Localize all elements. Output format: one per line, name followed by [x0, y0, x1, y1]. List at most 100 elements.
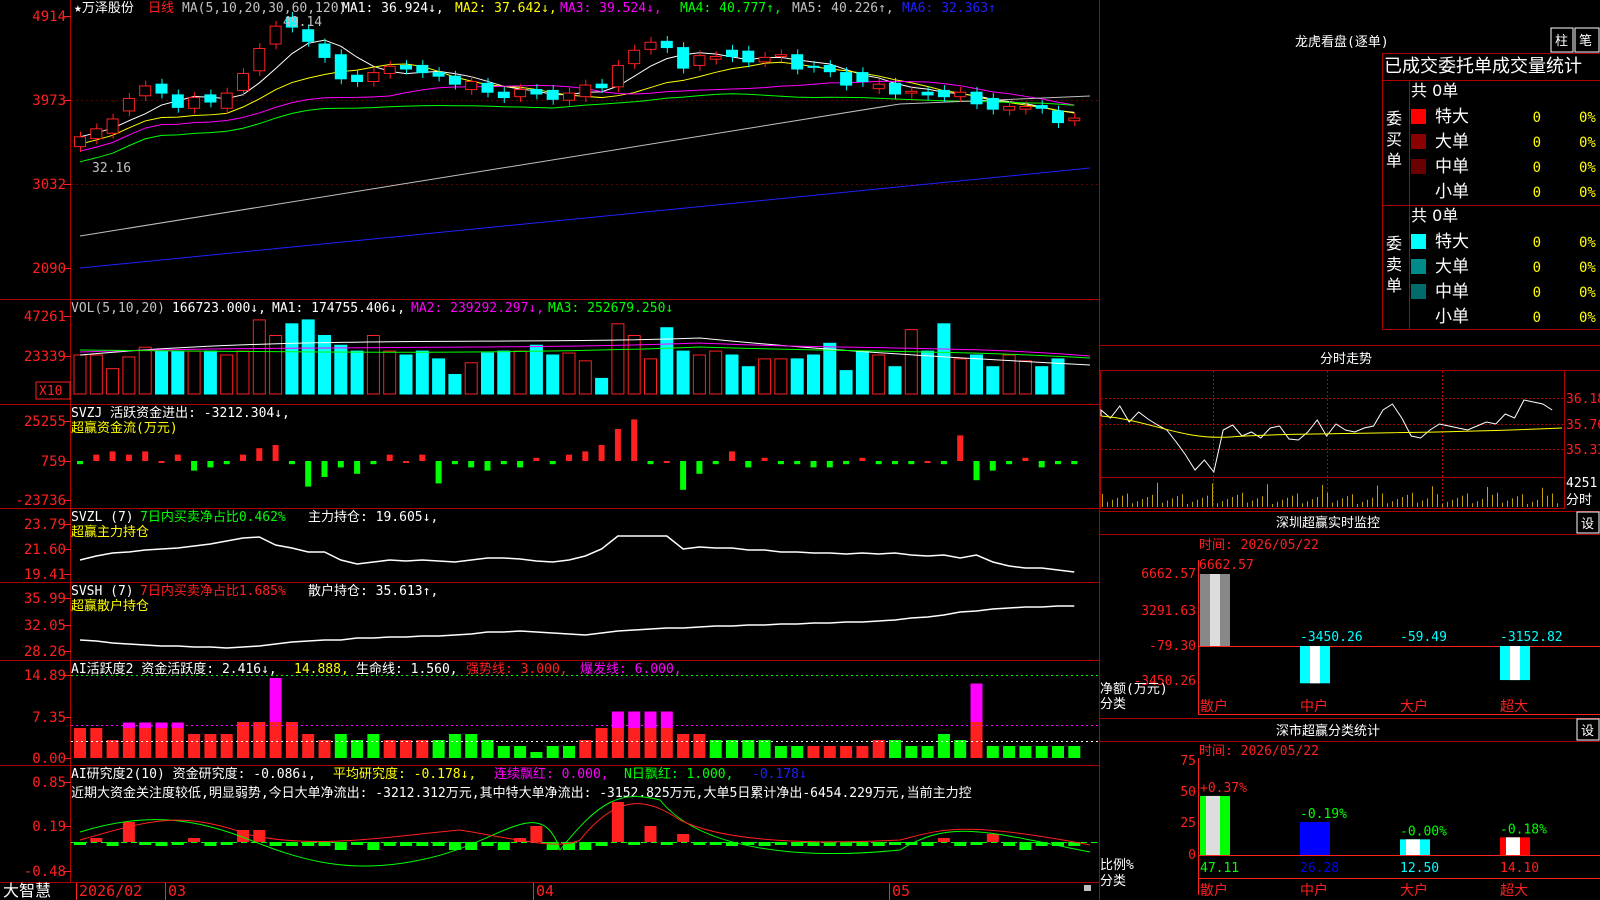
- candle-body: [889, 82, 901, 95]
- y-tick-label: 3032: [32, 177, 66, 193]
- chart-canvas[interactable]: ★万泽股份 日线 MA(5,10,20,30,60,120) MA1: 36.9…: [0, 0, 1600, 900]
- intraday-y-tick: 36.18: [1566, 392, 1600, 407]
- ai1-bar: [465, 734, 478, 758]
- svsh-path: [79, 605, 1075, 649]
- sz-class-bar-highlight: [1406, 839, 1420, 855]
- ai2-bar: [644, 826, 657, 842]
- volume-bar: [415, 350, 429, 395]
- sz-monitor-category: 大户: [1400, 698, 1428, 715]
- volume-bar: [611, 323, 625, 395]
- sz-class-title: 深市超赢分类统计: [1276, 723, 1380, 739]
- ai1-bar: [416, 740, 429, 758]
- ai1-bar: [302, 734, 315, 758]
- svzj-bar: [403, 461, 409, 463]
- volume-bar: [546, 354, 560, 395]
- lhb-color-swatch: [1411, 159, 1426, 174]
- sz-class-pct: -0.18%: [1500, 822, 1547, 837]
- sz-monitor-category: 中户: [1300, 698, 1328, 715]
- sz-class-value: 47.11: [1200, 861, 1239, 876]
- volume-bar: [513, 350, 527, 395]
- sell-side-char: 单: [1386, 276, 1402, 295]
- candle-body: [383, 65, 396, 74]
- svzj-bar: [729, 451, 735, 461]
- ai2-v4: N日飘红: 1.000,: [624, 766, 733, 782]
- volume-bar: [106, 368, 120, 395]
- sz-class-value: 26.28: [1300, 861, 1339, 876]
- sz-monitor-bar-highlight: [1210, 574, 1220, 646]
- stock-name[interactable]: ★万泽股份: [74, 1, 134, 16]
- ai2-v2: 平均研究度: -0.178↓,: [333, 766, 476, 782]
- candle-body: [1068, 117, 1081, 122]
- svzj-bar: [191, 461, 198, 471]
- ma-lines: [79, 39, 1091, 269]
- ai1-peak: [269, 678, 282, 722]
- volume-bars: [73, 319, 1065, 395]
- ai1-bar: [171, 728, 184, 758]
- candle-body: [171, 94, 184, 108]
- svzj-bar: [1055, 461, 1061, 465]
- sz-monitor-xlabel: 分类: [1100, 697, 1126, 712]
- svzj-bar: [859, 457, 866, 461]
- lhb-row-label: 中单: [1435, 282, 1469, 302]
- volume-bar: [888, 366, 902, 395]
- sz-class-xlabel: 分类: [1100, 874, 1126, 889]
- lhb-row-pct: 0%: [1579, 135, 1596, 151]
- sell-side-char: 委: [1386, 234, 1402, 253]
- volume-bar: [1035, 366, 1049, 395]
- ai1-bar: [807, 746, 820, 758]
- lhb-row-count: 0: [1533, 185, 1541, 201]
- ai1-bar: [106, 740, 119, 758]
- svzj-bar: [77, 461, 83, 465]
- candle-body: [774, 54, 787, 58]
- ai2-bar: [188, 838, 201, 842]
- ai1-bar: [1052, 746, 1064, 758]
- volume-bar: [921, 350, 935, 395]
- ai1-bar: [188, 734, 201, 758]
- y-tick-label: 21.60: [24, 542, 66, 558]
- candle-body: [90, 128, 103, 140]
- volume-bar: [758, 358, 772, 395]
- ma-label-3: MA3: 39.524↓,: [560, 1, 662, 16]
- lhb-row-count: 0: [1533, 310, 1541, 326]
- lhb-row-pct: 0%: [1579, 285, 1596, 301]
- price-y-axis: 4914 3973 3032 2090: [32, 9, 71, 277]
- ai1-bar: [481, 740, 494, 758]
- candle-body: [807, 65, 820, 68]
- candle-body: [139, 85, 152, 97]
- sz-class-bar-highlight: [1206, 795, 1220, 855]
- sz-monitor-settings-label: 设: [1581, 517, 1594, 532]
- svzj-bar: [875, 461, 882, 465]
- period-label[interactable]: 日线: [148, 1, 174, 16]
- volume-bar: [676, 350, 690, 395]
- svzl-part2: 主力持仓: 19.605↓,: [308, 510, 438, 525]
- svzj-bar: [435, 461, 442, 484]
- svzj-bar: [386, 454, 393, 461]
- ai1-bar: [563, 746, 575, 758]
- ai2-bar: [367, 842, 380, 850]
- svzj-bar: [761, 457, 768, 461]
- sz-monitor-chart: 6662.573291.63-79.30-3450.26-3450.26 -59.…: [1133, 560, 1600, 715]
- ai1-bar: [530, 752, 543, 758]
- volume-bar: [350, 350, 364, 395]
- svzj-bar: [810, 461, 817, 468]
- sz-monitor-title: 深圳超赢实时监控: [1276, 515, 1380, 531]
- svzj-bar: [924, 461, 931, 463]
- ai1-bar: [318, 740, 331, 758]
- vol-title: VOL(5,10,20): [71, 301, 165, 316]
- brand-label: 大智慧: [3, 881, 51, 900]
- volume-bar: [187, 350, 201, 395]
- ai2-bars: [71, 796, 1099, 867]
- lock-icon[interactable]: [1084, 885, 1091, 891]
- sz-monitor-y-tick: 6662.57: [1141, 567, 1196, 582]
- svzj-bar: [158, 461, 165, 463]
- date-label: 05: [892, 882, 910, 900]
- vol-y-axis: 47261 23339: [24, 309, 71, 365]
- sz-class-y-tick: 0: [1188, 848, 1196, 863]
- volume-bar: [89, 354, 103, 395]
- candle-body: [530, 89, 543, 95]
- ai1-bar: [122, 728, 135, 758]
- ai1-bar: [351, 740, 364, 758]
- ai1-bar: [253, 722, 266, 758]
- intraday-grid: [1101, 371, 1564, 508]
- volume-bar: [709, 350, 723, 395]
